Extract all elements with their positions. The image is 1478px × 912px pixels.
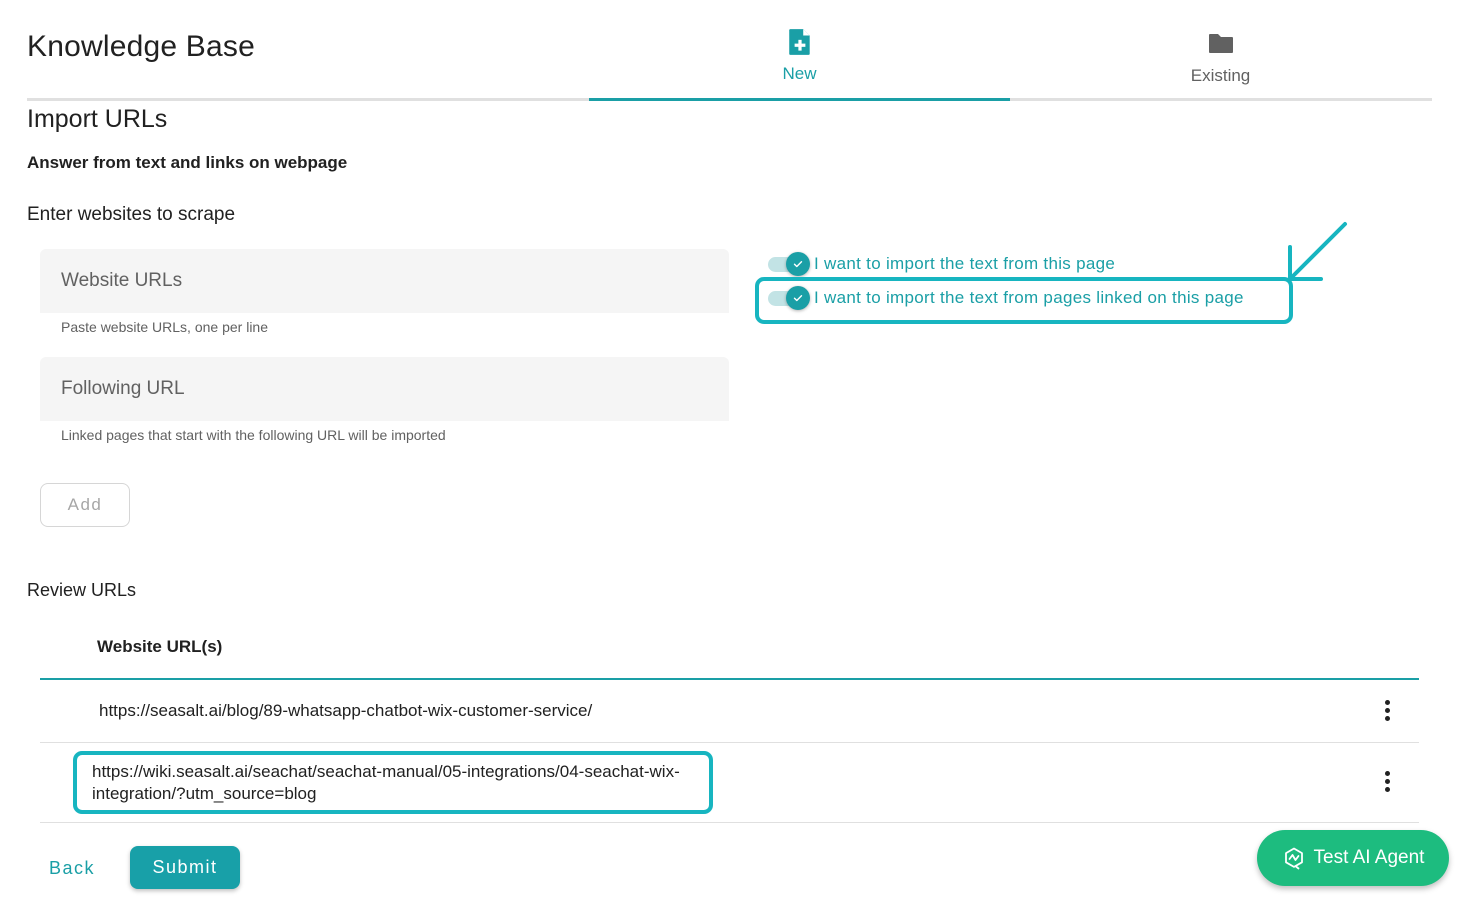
tab-new-label: New bbox=[782, 64, 817, 83]
table-row: https://wiki.seasalt.ai/seachat/seachat-… bbox=[40, 743, 1419, 823]
section-subtitle: Answer from text and links on webpage bbox=[27, 153, 348, 172]
more-options-button[interactable] bbox=[1375, 696, 1399, 724]
toggle-import-linked-pages[interactable]: I want to import the text from pages lin… bbox=[768, 286, 1244, 310]
test-ai-agent-label: Test AI Agent bbox=[1313, 847, 1425, 868]
file-plus-icon bbox=[788, 29, 810, 55]
test-ai-agent-button[interactable]: Test AI Agent bbox=[1257, 830, 1449, 886]
check-icon bbox=[793, 295, 803, 302]
following-url-field bbox=[40, 357, 729, 421]
toggle-label: I want to import the text from pages lin… bbox=[814, 288, 1244, 307]
following-url-hint: Linked pages that start with the followi… bbox=[61, 427, 446, 443]
more-vert-icon bbox=[1384, 770, 1390, 776]
ai-agent-icon bbox=[1284, 847, 1303, 870]
active-tab-indicator bbox=[589, 98, 1010, 101]
more-options-button[interactable] bbox=[1375, 767, 1399, 795]
website-urls-field bbox=[40, 249, 729, 313]
toggle-import-this-page[interactable]: I want to import the text from this page bbox=[768, 252, 1115, 276]
add-button[interactable]: Add bbox=[40, 483, 130, 527]
toggle-thumb bbox=[786, 252, 810, 276]
check-icon bbox=[793, 261, 803, 268]
toggle-switch[interactable] bbox=[768, 286, 812, 310]
url-cell: https://seasalt.ai/blog/89-whatsapp-chat… bbox=[99, 701, 593, 720]
section-title: Import URLs bbox=[27, 105, 168, 133]
more-vert-icon-dot bbox=[1384, 707, 1390, 713]
table-row: https://seasalt.ai/blog/89-whatsapp-chat… bbox=[40, 680, 1419, 743]
tab-bar: New Existing bbox=[27, 0, 1432, 101]
website-urls-hint: Paste website URLs, one per line bbox=[61, 319, 268, 335]
more-vert-icon-dot bbox=[1384, 715, 1390, 721]
website-urls-input[interactable] bbox=[40, 249, 729, 313]
folder-icon bbox=[1208, 34, 1233, 53]
back-button[interactable]: Back bbox=[40, 848, 104, 888]
tab-new[interactable]: New bbox=[589, 24, 1010, 101]
tab-existing-label: Existing bbox=[1190, 66, 1251, 85]
annotation-arrow-icon bbox=[1288, 222, 1347, 281]
url-table: Website URL(s) https://seasalt.ai/blog/8… bbox=[40, 620, 1419, 823]
enter-websites-label: Enter websites to scrape bbox=[27, 204, 236, 225]
table-header: Website URL(s) bbox=[40, 620, 1419, 680]
toggle-label: I want to import the text from this page bbox=[814, 254, 1116, 273]
toggle-thumb bbox=[786, 286, 810, 310]
more-vert-icon bbox=[1384, 699, 1390, 705]
url-cell: https://wiki.seasalt.ai/seachat/seachat-… bbox=[92, 762, 680, 803]
toggle-switch[interactable] bbox=[768, 252, 812, 276]
submit-button[interactable]: Submit bbox=[130, 846, 240, 889]
more-vert-icon-dot bbox=[1384, 778, 1390, 784]
review-urls-label: Review URLs bbox=[27, 580, 137, 600]
column-header-website-urls: Website URL(s) bbox=[97, 637, 223, 656]
tab-existing[interactable]: Existing bbox=[1010, 24, 1431, 101]
following-url-input[interactable] bbox=[40, 357, 729, 421]
more-vert-icon-dot bbox=[1384, 786, 1390, 792]
